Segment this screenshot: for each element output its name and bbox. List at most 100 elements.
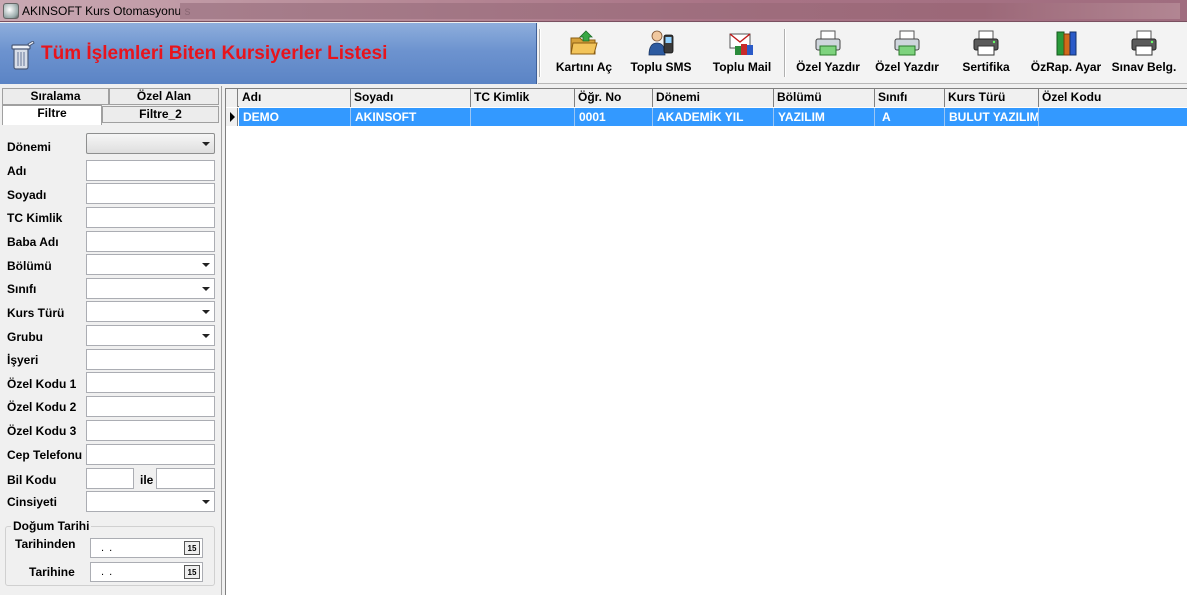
column-header-bolumu[interactable]: Bölümü xyxy=(774,89,875,107)
table-row[interactable]: DEMO AKINSOFT 0001 AKADEMİK YIL YAZILIM … xyxy=(226,108,1187,126)
toolbar-separator xyxy=(784,29,786,77)
titlebar-blurred-area xyxy=(180,3,1180,19)
cell-tc-kimlik[interactable] xyxy=(471,108,575,126)
label-isyeri: İşyeri xyxy=(7,353,39,367)
phone-user-icon xyxy=(648,30,674,56)
page-banner: Tüm İşlemleri Biten Kursiyerler Listesi xyxy=(0,23,537,84)
bulk-sms-button[interactable]: Toplu SMS xyxy=(626,25,696,81)
trash-bin-icon xyxy=(11,41,35,70)
cell-bolumu[interactable]: YAZILIM xyxy=(774,108,875,126)
column-header-soyadi[interactable]: Soyadı xyxy=(351,89,471,107)
dogum-tarihi-title: Doğum Tarihi xyxy=(11,519,92,533)
label-grubu: Grubu xyxy=(7,330,43,344)
adi-input[interactable] xyxy=(86,160,215,181)
label-baba-adi: Baba Adı xyxy=(7,235,59,249)
cell-sinifi[interactable]: A xyxy=(875,108,945,126)
tarihine-date-input[interactable]: . . 15 xyxy=(90,562,203,582)
column-header-sinifi[interactable]: Sınıfı xyxy=(875,89,945,107)
open-card-button[interactable]: Kartını Aç xyxy=(552,25,616,81)
kurs-turu-select[interactable] xyxy=(86,301,215,322)
report-settings-label: ÖzRap. Ayar xyxy=(1030,60,1102,74)
custom-print-label-2: Özel Yazdır xyxy=(875,60,939,74)
printer-green-icon xyxy=(894,30,920,56)
bulk-mail-button[interactable]: Toplu Mail xyxy=(708,25,776,81)
exam-document-label: Sınav Belg. xyxy=(1111,60,1177,74)
label-sinifi: Sınıfı xyxy=(7,282,37,296)
certificate-button[interactable]: Sertifika xyxy=(958,25,1014,81)
sinifi-select[interactable] xyxy=(86,278,215,299)
exam-document-button[interactable]: Sınav Belg. xyxy=(1110,25,1178,81)
students-grid[interactable]: Adı Soyadı TC Kimlik Öğr. No Dönemi Bölü… xyxy=(225,88,1187,595)
column-header-ozel-kodu[interactable]: Özel Kodu xyxy=(1039,89,1187,107)
cell-donemi[interactable]: AKADEMİK YIL xyxy=(653,108,774,126)
chevron-down-icon xyxy=(202,142,210,146)
tab-custom-field[interactable]: Özel Alan xyxy=(109,88,219,105)
page-title: Tüm İşlemleri Biten Kursiyerler Listesi xyxy=(41,43,388,64)
tarihinden-date-input[interactable]: . . 15 xyxy=(90,538,203,558)
window-titlebar[interactable]: AKINSOFT Kurs Otomasyonu s xyxy=(0,0,1187,22)
tab-sorting[interactable]: Sıralama xyxy=(2,88,109,105)
window-title: AKINSOFT Kurs Otomasyonu s xyxy=(22,4,191,18)
folder-open-icon xyxy=(570,30,598,55)
cinsiyeti-select[interactable] xyxy=(86,491,215,512)
column-header-ogr-no[interactable]: Öğr. No xyxy=(575,89,653,107)
ozel-kodu-1-input[interactable] xyxy=(86,372,215,393)
tab-filter-2[interactable]: Filtre_2 xyxy=(102,106,219,123)
label-adi: Adı xyxy=(7,164,27,178)
printer-icon xyxy=(1131,30,1157,56)
soyadi-input[interactable] xyxy=(86,183,215,204)
cell-kurs-turu[interactable]: BULUT YAZILIM xyxy=(945,108,1039,126)
cell-ozel-kodu[interactable] xyxy=(1039,108,1187,126)
column-header-tc-kimlik[interactable]: TC Kimlik xyxy=(471,89,575,107)
label-donemi: Dönemi xyxy=(7,140,52,154)
cep-telefonu-input[interactable] xyxy=(86,444,215,465)
toolbar-separator xyxy=(539,29,541,77)
label-cinsiyeti: Cinsiyeti xyxy=(7,495,58,509)
bil-kodu-to-input[interactable] xyxy=(156,468,215,489)
label-tc-kimlik: TC Kimlik xyxy=(7,211,63,225)
ozel-kodu-3-input[interactable] xyxy=(86,420,215,441)
row-indicator[interactable] xyxy=(226,108,238,126)
current-row-arrow-icon xyxy=(230,112,235,122)
report-settings-button[interactable]: ÖzRap. Ayar xyxy=(1028,25,1104,81)
chevron-down-icon xyxy=(202,263,210,267)
column-header-kurs-turu[interactable]: Kurs Türü xyxy=(945,89,1039,107)
isyeri-input[interactable] xyxy=(86,349,215,370)
certificate-label: Sertifika xyxy=(962,60,1010,74)
bolumu-select[interactable] xyxy=(86,254,215,275)
grubu-select[interactable] xyxy=(86,325,215,346)
calendar-icon[interactable]: 15 xyxy=(184,541,200,555)
open-card-label: Kartını Aç xyxy=(555,60,613,74)
tc-kimlik-input[interactable] xyxy=(86,207,215,228)
label-bil-kodu: Bil Kodu xyxy=(7,473,57,487)
label-tarihinden: Tarihinden xyxy=(15,537,76,551)
cell-soyadi[interactable]: AKINSOFT xyxy=(351,108,471,126)
calendar-icon[interactable]: 15 xyxy=(184,565,200,579)
label-soyadi: Soyadı xyxy=(7,188,47,202)
column-header-adi[interactable]: Adı xyxy=(239,89,351,107)
custom-print-button-1[interactable]: Özel Yazdır xyxy=(794,25,862,81)
label-bolumu: Bölümü xyxy=(7,259,52,273)
label-kurs-turu: Kurs Türü xyxy=(7,306,65,320)
toolbar: Kartını Aç Toplu SMS Toplu Mail Özel Yaz… xyxy=(538,23,1187,84)
custom-print-label-1: Özel Yazdır xyxy=(796,60,860,74)
custom-print-button-2[interactable]: Özel Yazdır xyxy=(872,25,942,81)
cell-adi[interactable]: DEMO xyxy=(239,108,351,126)
baba-adi-input[interactable] xyxy=(86,231,215,252)
label-ozel-kodu-1: Özel Kodu 1 xyxy=(7,377,77,391)
bulk-mail-label: Toplu Mail xyxy=(712,60,772,74)
app-window: AKINSOFT Kurs Otomasyonu s Tüm İşlemleri… xyxy=(0,0,1187,595)
bulk-sms-label: Toplu SMS xyxy=(630,60,692,74)
bil-kodu-from-input[interactable] xyxy=(86,468,134,489)
label-cep-telefonu: Cep Telefonu xyxy=(7,448,83,462)
label-ile: ile xyxy=(140,473,154,487)
label-ozel-kodu-3: Özel Kodu 3 xyxy=(7,424,77,438)
column-header-donemi[interactable]: Dönemi xyxy=(653,89,774,107)
donemi-select[interactable] xyxy=(86,133,215,154)
ozel-kodu-2-input[interactable] xyxy=(86,396,215,417)
tab-filter[interactable]: Filtre xyxy=(2,105,102,125)
chevron-down-icon xyxy=(202,310,210,314)
cell-ogr-no[interactable]: 0001 xyxy=(575,108,653,126)
date-value: . . xyxy=(101,566,114,578)
chevron-down-icon xyxy=(202,500,210,504)
